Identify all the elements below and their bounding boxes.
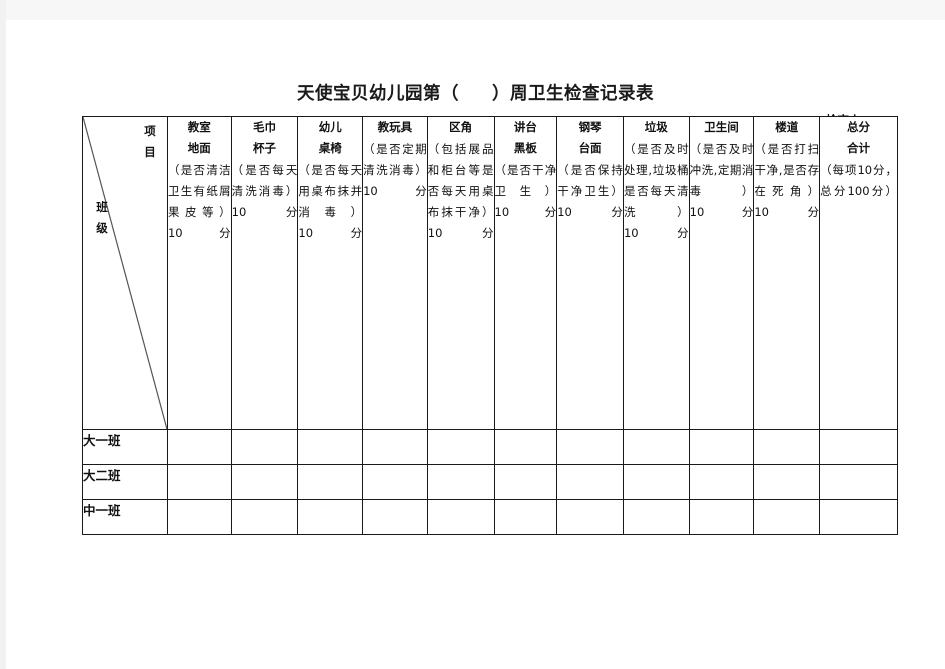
document-page: 天使宝贝幼儿园第（ ）周卫生检查记录表 检查人： 项 目班 级教室 地面（是否清…	[6, 20, 945, 669]
row-label-class: 中一班	[82, 499, 168, 535]
column-header-desc: （是否每天清洗消毒） 10分	[231, 162, 298, 219]
score-cell[interactable]	[362, 464, 428, 500]
score-cell[interactable]	[493, 429, 558, 465]
column-header-5: 区角 （包括展品和柜台等是否每天用桌布抹干净） 10分	[426, 116, 495, 430]
column-header-1: 教室 地面 （是否清洁卫生有纸屑果皮等） 10分	[166, 116, 232, 430]
score-cell[interactable]	[622, 499, 690, 535]
column-header-desc: （是否打扫干净,是否存在死角） 10分	[754, 141, 820, 219]
corner-class-label: 班 级	[96, 200, 108, 236]
score-cell[interactable]	[230, 464, 299, 500]
score-cell[interactable]	[688, 464, 755, 500]
score-cell[interactable]	[493, 499, 558, 535]
score-cell[interactable]	[622, 429, 690, 465]
column-header-name: 教玩具	[377, 120, 413, 134]
score-cell[interactable]	[556, 464, 624, 500]
row-label-class: 大一班	[82, 429, 168, 465]
score-cell[interactable]	[297, 464, 364, 500]
diagonal-divider-icon	[83, 117, 167, 429]
column-header-desc: （包括展品和柜台等是否每天用桌布抹干净） 10分	[427, 141, 494, 240]
score-cell[interactable]	[556, 499, 624, 535]
page-top-strip	[0, 0, 945, 20]
score-cell[interactable]	[688, 499, 755, 535]
score-cell[interactable]	[362, 499, 428, 535]
score-cell[interactable]	[688, 429, 755, 465]
column-header-name: 毛巾 杯子	[253, 120, 276, 155]
column-header-name: 教室 地面	[187, 120, 211, 155]
score-cell[interactable]	[819, 499, 898, 535]
page-title: 天使宝贝幼儿园第（ ）周卫生检查记录表	[297, 84, 654, 104]
column-header-8: 垃圾 （是否及时处理,垃圾桶是否每天清洗） 10分	[622, 116, 690, 430]
score-cell[interactable]	[753, 464, 821, 500]
column-header-name: 钢琴 台面	[578, 120, 602, 155]
score-cell[interactable]	[753, 429, 821, 465]
column-header-desc: （是否定期清洗消毒） 10分	[363, 141, 427, 198]
column-header-desc: （是否清洁卫生有纸屑果皮等） 10分	[167, 162, 231, 240]
column-header-name: 区角	[449, 120, 473, 134]
column-header-4: 教玩具 （是否定期清洗消毒） 10分	[362, 116, 428, 430]
corner-item-label: 项 目	[144, 124, 156, 160]
score-cell[interactable]	[230, 499, 299, 535]
column-header-name: 卫生间	[704, 120, 739, 134]
column-header-6: 讲台 黑板 （是否干净卫生） 10分	[493, 116, 558, 430]
column-header-11: 总分 合计 （每项10分，总分100分）	[819, 116, 898, 430]
column-header-desc: （是否保持干净卫生） 10分	[557, 162, 623, 219]
score-cell[interactable]	[819, 464, 898, 500]
score-cell[interactable]	[426, 429, 495, 465]
score-cell[interactable]	[753, 499, 821, 535]
table-header-row: 项 目班 级教室 地面 （是否清洁卫生有纸屑果皮等） 10分 毛巾 杯子 （是否每天清…	[82, 116, 898, 430]
score-cell[interactable]	[362, 429, 428, 465]
column-header-name: 讲台 黑板	[513, 120, 537, 155]
column-header-3: 幼儿 桌椅 （是否每天用桌布抹并消毒） 10分	[297, 116, 364, 430]
table-row: 大一班	[82, 429, 898, 465]
hygiene-inspection-table: 项 目班 级教室 地面 （是否清洁卫生有纸屑果皮等） 10分 毛巾 杯子 （是否每天清…	[82, 116, 898, 535]
column-header-7: 钢琴 台面 （是否保持干净卫生） 10分	[556, 116, 624, 430]
score-cell[interactable]	[297, 429, 364, 465]
column-header-desc: （是否及时冲洗,定期消毒） 10分	[689, 141, 754, 219]
column-header-desc: （是否及时处理,垃圾桶是否每天清洗） 10分	[623, 141, 689, 240]
column-header-desc: （每项10分，总分100分）	[820, 162, 897, 198]
column-header-desc: （是否每天用桌布抹并消毒） 10分	[298, 162, 363, 240]
column-header-10: 楼道 （是否打扫干净,是否存在死角） 10分	[753, 116, 821, 430]
score-cell[interactable]	[556, 429, 624, 465]
score-cell[interactable]	[166, 464, 232, 500]
column-header-name: 垃圾	[644, 120, 668, 134]
column-header-name: 幼儿 桌椅	[318, 120, 342, 155]
table-row: 中一班	[82, 499, 898, 535]
column-header-9: 卫生间 （是否及时冲洗,定期消毒） 10分	[688, 116, 755, 430]
score-cell[interactable]	[426, 499, 495, 535]
column-header-name: 总分 合计	[847, 120, 871, 155]
score-cell[interactable]	[166, 429, 232, 465]
column-header-name: 楼道	[775, 120, 799, 134]
score-cell[interactable]	[426, 464, 495, 500]
column-header-2: 毛巾 杯子 （是否每天清洗消毒） 10分	[230, 116, 299, 430]
score-cell[interactable]	[493, 464, 558, 500]
row-label-class: 大二班	[82, 464, 168, 500]
score-cell[interactable]	[166, 499, 232, 535]
score-cell[interactable]	[297, 499, 364, 535]
corner-cell: 项 目班 级	[82, 116, 168, 430]
column-header-desc: （是否干净卫生） 10分	[494, 162, 557, 219]
score-cell[interactable]	[622, 464, 690, 500]
score-cell[interactable]	[230, 429, 299, 465]
score-cell[interactable]	[819, 429, 898, 465]
table-row: 大二班	[82, 464, 898, 500]
